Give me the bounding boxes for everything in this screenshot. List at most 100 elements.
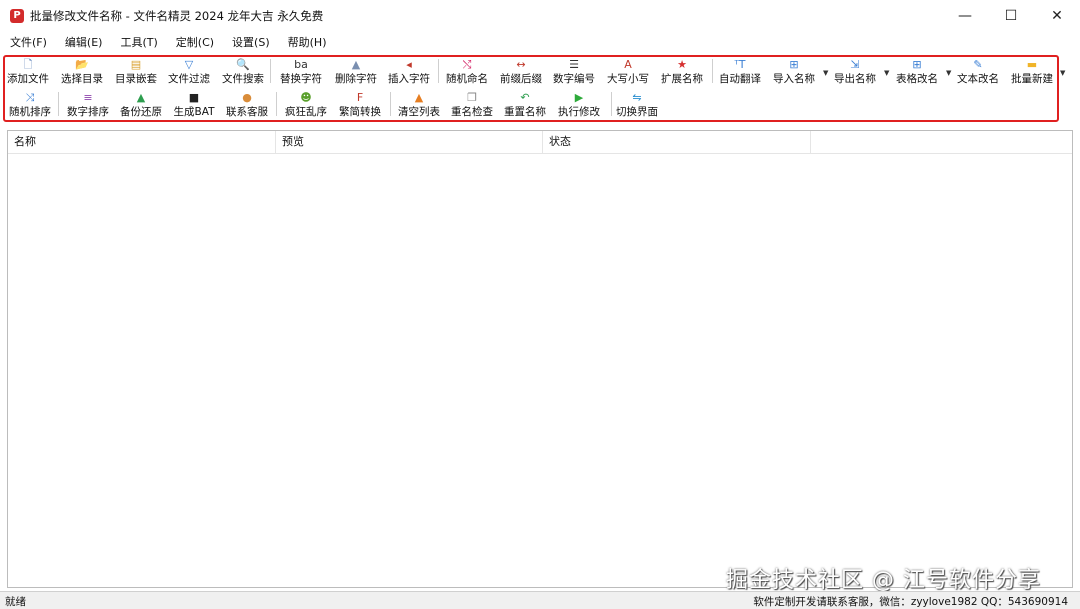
toolbar-button-folder-open[interactable]: 📂 选择目录 (54, 57, 110, 87)
toolbar-button-delete-text[interactable]: ▲ 删除字符 (328, 57, 384, 87)
toolbar-button-label: 切换界面 (616, 106, 658, 118)
maximize-button[interactable]: ☐ (988, 0, 1034, 31)
add-file-icon: 🗋 (23, 58, 33, 71)
toolbar-button-nested-folder[interactable]: ▤ 目录嵌套 (108, 57, 164, 87)
toolbar-separator (438, 59, 439, 83)
case-icon: A (624, 58, 632, 71)
toolbar-separator (270, 59, 271, 83)
dropdown-arrow-icon[interactable]: ▼ (1060, 69, 1065, 77)
prefix-suffix-icon: ↔ (516, 58, 526, 71)
dropdown-arrow-icon[interactable]: ▼ (823, 69, 828, 77)
numbered-list-icon: ☰ (569, 58, 579, 71)
column-header-preview[interactable]: 预览 (276, 131, 543, 153)
toolbar-button-add-file[interactable]: 🗋 添加文件 (0, 57, 56, 87)
toolbar-button-prefix-suffix[interactable]: ↔ 前缀后缀 (493, 57, 549, 87)
toolbar-button-numbered-list[interactable]: ☰ 数字编号 (546, 57, 602, 87)
toolbar-button-edit-text[interactable]: ✎ 文本改名 (950, 57, 1006, 87)
toolbar-button-translate[interactable]: ᵀT 自动翻译 (712, 57, 768, 87)
toolbar-separator (390, 92, 391, 116)
toolbar-button-insert-text[interactable]: ◂ 插入字符 (381, 57, 437, 87)
shuffle-icon: ⤭ (462, 58, 472, 71)
toolbar-button-duplicate-check[interactable]: ❐ 重名检查 (444, 90, 500, 120)
toolbar-button-label: 选择目录 (61, 73, 103, 85)
toolbar-button-label: 替换字符 (280, 73, 322, 85)
toolbar-button-filter[interactable]: ▽ 文件过滤 (161, 57, 217, 87)
toolbar-button-number-sort[interactable]: ≡ 数字排序 (60, 90, 116, 120)
toolbar: 🗋 添加文件 📂 选择目录 ▤ 目录嵌套 ▽ 文件过滤 🔍 文件搜索 ba 替换字符 ▲ 删除字符 ◂ 插入字… (0, 53, 1080, 127)
toolbar-button-star[interactable]: ★ 扩展名称 (654, 57, 710, 87)
toolbar-button-label: 数字编号 (553, 73, 595, 85)
toolbar-button-label: 繁简转换 (339, 106, 381, 118)
delete-text-icon: ▲ (351, 58, 361, 71)
toolbar-button-replace-text[interactable]: ba 替换字符 (273, 57, 329, 87)
minimize-button[interactable]: — (942, 0, 988, 31)
file-list[interactable]: 名称 预览 状态 (7, 130, 1073, 588)
toolbar-separator (611, 92, 612, 116)
replace-text-icon: ba (294, 58, 308, 71)
support-icon: ● (242, 91, 252, 104)
toolbar-button-case[interactable]: A 大写小写 (600, 57, 656, 87)
toolbar-button-label: 大写小写 (607, 73, 649, 85)
toolbar-button-label: 数字排序 (67, 106, 109, 118)
toolbar-button-label: 疯狂乱序 (285, 106, 327, 118)
toolbar-button-random-sort[interactable]: ⤨ 随机排序 (2, 90, 58, 120)
menu-settings[interactable]: 设置(S) (224, 34, 278, 50)
menu-customize[interactable]: 定制(C) (168, 34, 222, 50)
number-sort-icon: ≡ (83, 91, 93, 104)
table-icon: ⊞ (912, 58, 922, 71)
list-header: 名称 预览 状态 (8, 131, 1072, 154)
toolbar-button-label: 文件过滤 (168, 73, 210, 85)
toolbar-button-play[interactable]: ▶ 执行修改 (551, 90, 607, 120)
toolbar-button-label: 导入名称 (773, 73, 815, 85)
toolbar-button-import[interactable]: ⊞ 导入名称 (766, 57, 822, 87)
toolbar-button-support[interactable]: ● 联系客服 (219, 90, 275, 120)
export-icon: ⇲ (850, 58, 860, 71)
toolbar-button-shuffle[interactable]: ⤭ 随机命名 (439, 57, 495, 87)
watermark: 掘金技术社区 @ 江号软件分享 (726, 568, 1041, 593)
column-header-status[interactable]: 状态 (543, 131, 811, 153)
toolbar-button-clear[interactable]: ▲ 清空列表 (391, 90, 447, 120)
new-folder-icon: ▬ (1026, 58, 1038, 71)
convert-icon: F (356, 91, 364, 104)
toolbar-button-label: 重名检查 (451, 106, 493, 118)
toolbar-button-label: 表格改名 (896, 73, 938, 85)
toolbar-button-label: 添加文件 (7, 73, 49, 85)
clear-icon: ▲ (414, 91, 424, 104)
toolbar-button-label: 随机排序 (9, 106, 51, 118)
dropdown-arrow-icon[interactable]: ▼ (884, 69, 889, 77)
insert-text-icon: ◂ (406, 58, 412, 71)
toolbar-button-terminal[interactable]: ■ 生成BAT (166, 90, 222, 120)
toolbar-button-new-folder[interactable]: ▬ 批量新建 (1004, 57, 1060, 87)
toolbar-button-frog[interactable]: ☻ 疯狂乱序 (278, 90, 334, 120)
edit-text-icon: ✎ (973, 58, 983, 71)
menu-help[interactable]: 帮助(H) (280, 34, 335, 50)
translate-icon: ᵀT (734, 58, 746, 71)
menu-edit[interactable]: 编辑(E) (57, 34, 111, 50)
close-button[interactable]: ✕ (1034, 0, 1080, 31)
menu-tools[interactable]: 工具(T) (112, 34, 165, 50)
menu-bar: 文件(F) 编辑(E) 工具(T) 定制(C) 设置(S) 帮助(H) (0, 31, 1080, 53)
toolbar-button-reset[interactable]: ↶ 重置名称 (497, 90, 553, 120)
toolbar-button-label: 扩展名称 (661, 73, 703, 85)
toolbar-separator (58, 92, 59, 116)
toolbar-button-label: 前缀后缀 (500, 73, 542, 85)
toolbar-button-table[interactable]: ⊞ 表格改名 (889, 57, 945, 87)
toolbar-button-label: 执行修改 (558, 106, 600, 118)
duplicate-check-icon: ❐ (467, 91, 477, 104)
menu-file[interactable]: 文件(F) (2, 34, 55, 50)
toolbar-button-convert[interactable]: F 繁简转换 (332, 90, 388, 120)
random-sort-icon: ⤨ (25, 91, 35, 104)
reset-icon: ↶ (520, 91, 530, 104)
toolbar-button-label: 批量新建 (1011, 73, 1053, 85)
column-header-name[interactable]: 名称 (8, 131, 276, 153)
toolbar-button-label: 目录嵌套 (115, 73, 157, 85)
search-icon: 🔍 (236, 58, 250, 71)
toolbar-button-search[interactable]: 🔍 文件搜索 (215, 57, 271, 87)
toolbar-button-export[interactable]: ⇲ 导出名称 (827, 57, 883, 87)
dropdown-arrow-icon[interactable]: ▼ (946, 69, 951, 77)
toolbar-button-switch-ui[interactable]: ⇋ 切换界面 (609, 90, 665, 120)
toolbar-button-backup[interactable]: ▲ 备份还原 (113, 90, 169, 120)
toolbar-button-label: 备份还原 (120, 106, 162, 118)
star-icon: ★ (677, 58, 687, 71)
window-title: 批量修改文件名称 - 文件名精灵 2024 龙年大吉 永久免费 (30, 8, 324, 23)
